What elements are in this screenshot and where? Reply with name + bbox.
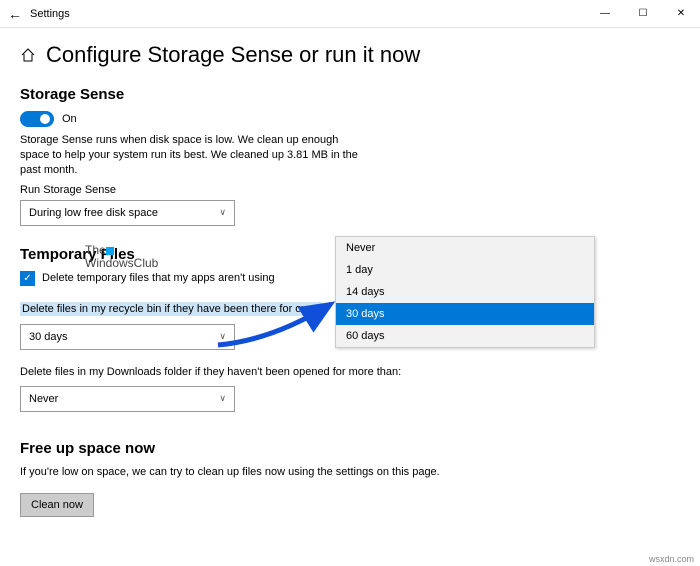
chevron-down-icon: ∨ <box>219 331 226 342</box>
combo-value: 30 days <box>29 331 68 343</box>
close-button[interactable]: ✕ <box>662 0 700 28</box>
minimize-button[interactable]: — <box>586 0 624 28</box>
recycle-bin-dropdown[interactable]: Never 1 day 14 days 30 days 60 days <box>335 236 595 348</box>
clean-now-button[interactable]: Clean now <box>20 493 94 517</box>
window-title: Settings <box>30 8 586 20</box>
run-storage-sense-combo[interactable]: During low free disk space ∨ <box>20 200 235 226</box>
footer-link: wsxdn.com <box>649 554 694 564</box>
storage-sense-description: Storage Sense runs when disk space is lo… <box>20 133 360 178</box>
storage-sense-heading: Storage Sense <box>20 86 680 103</box>
dropdown-option-30days[interactable]: 30 days <box>336 303 594 325</box>
chevron-down-icon: ∨ <box>219 207 226 218</box>
combo-value: Never <box>29 393 58 405</box>
downloads-label: Delete files in my Downloads folder if t… <box>20 366 680 378</box>
run-storage-sense-label: Run Storage Sense <box>20 184 680 196</box>
home-icon[interactable] <box>20 47 36 63</box>
delete-temp-files-label: Delete temporary files that my apps aren… <box>42 272 275 284</box>
downloads-combo[interactable]: Never ∨ <box>20 386 235 412</box>
maximize-button[interactable]: ☐ <box>624 0 662 28</box>
square-icon <box>106 247 114 255</box>
dropdown-option-60days[interactable]: 60 days <box>336 325 594 347</box>
free-up-space-description: If you're low on space, we can try to cl… <box>20 465 520 480</box>
titlebar: ← Settings — ☐ ✕ <box>0 0 700 28</box>
dropdown-option-14days[interactable]: 14 days <box>336 281 594 303</box>
page-title: Configure Storage Sense or run it now <box>46 42 420 68</box>
dropdown-option-never[interactable]: Never <box>336 237 594 259</box>
window-controls: — ☐ ✕ <box>586 0 700 28</box>
combo-value: During low free disk space <box>29 207 158 219</box>
chevron-down-icon: ∨ <box>219 393 226 404</box>
storage-sense-toggle[interactable] <box>20 111 54 127</box>
toggle-label: On <box>62 113 77 125</box>
dropdown-option-1day[interactable]: 1 day <box>336 259 594 281</box>
recycle-bin-combo[interactable]: 30 days ∨ <box>20 324 235 350</box>
watermark: The WindowsClub <box>85 244 158 270</box>
free-up-space-heading: Free up space now <box>20 440 680 457</box>
delete-temp-files-checkbox[interactable]: ✓ <box>20 271 35 286</box>
back-button[interactable]: ← <box>8 6 26 22</box>
